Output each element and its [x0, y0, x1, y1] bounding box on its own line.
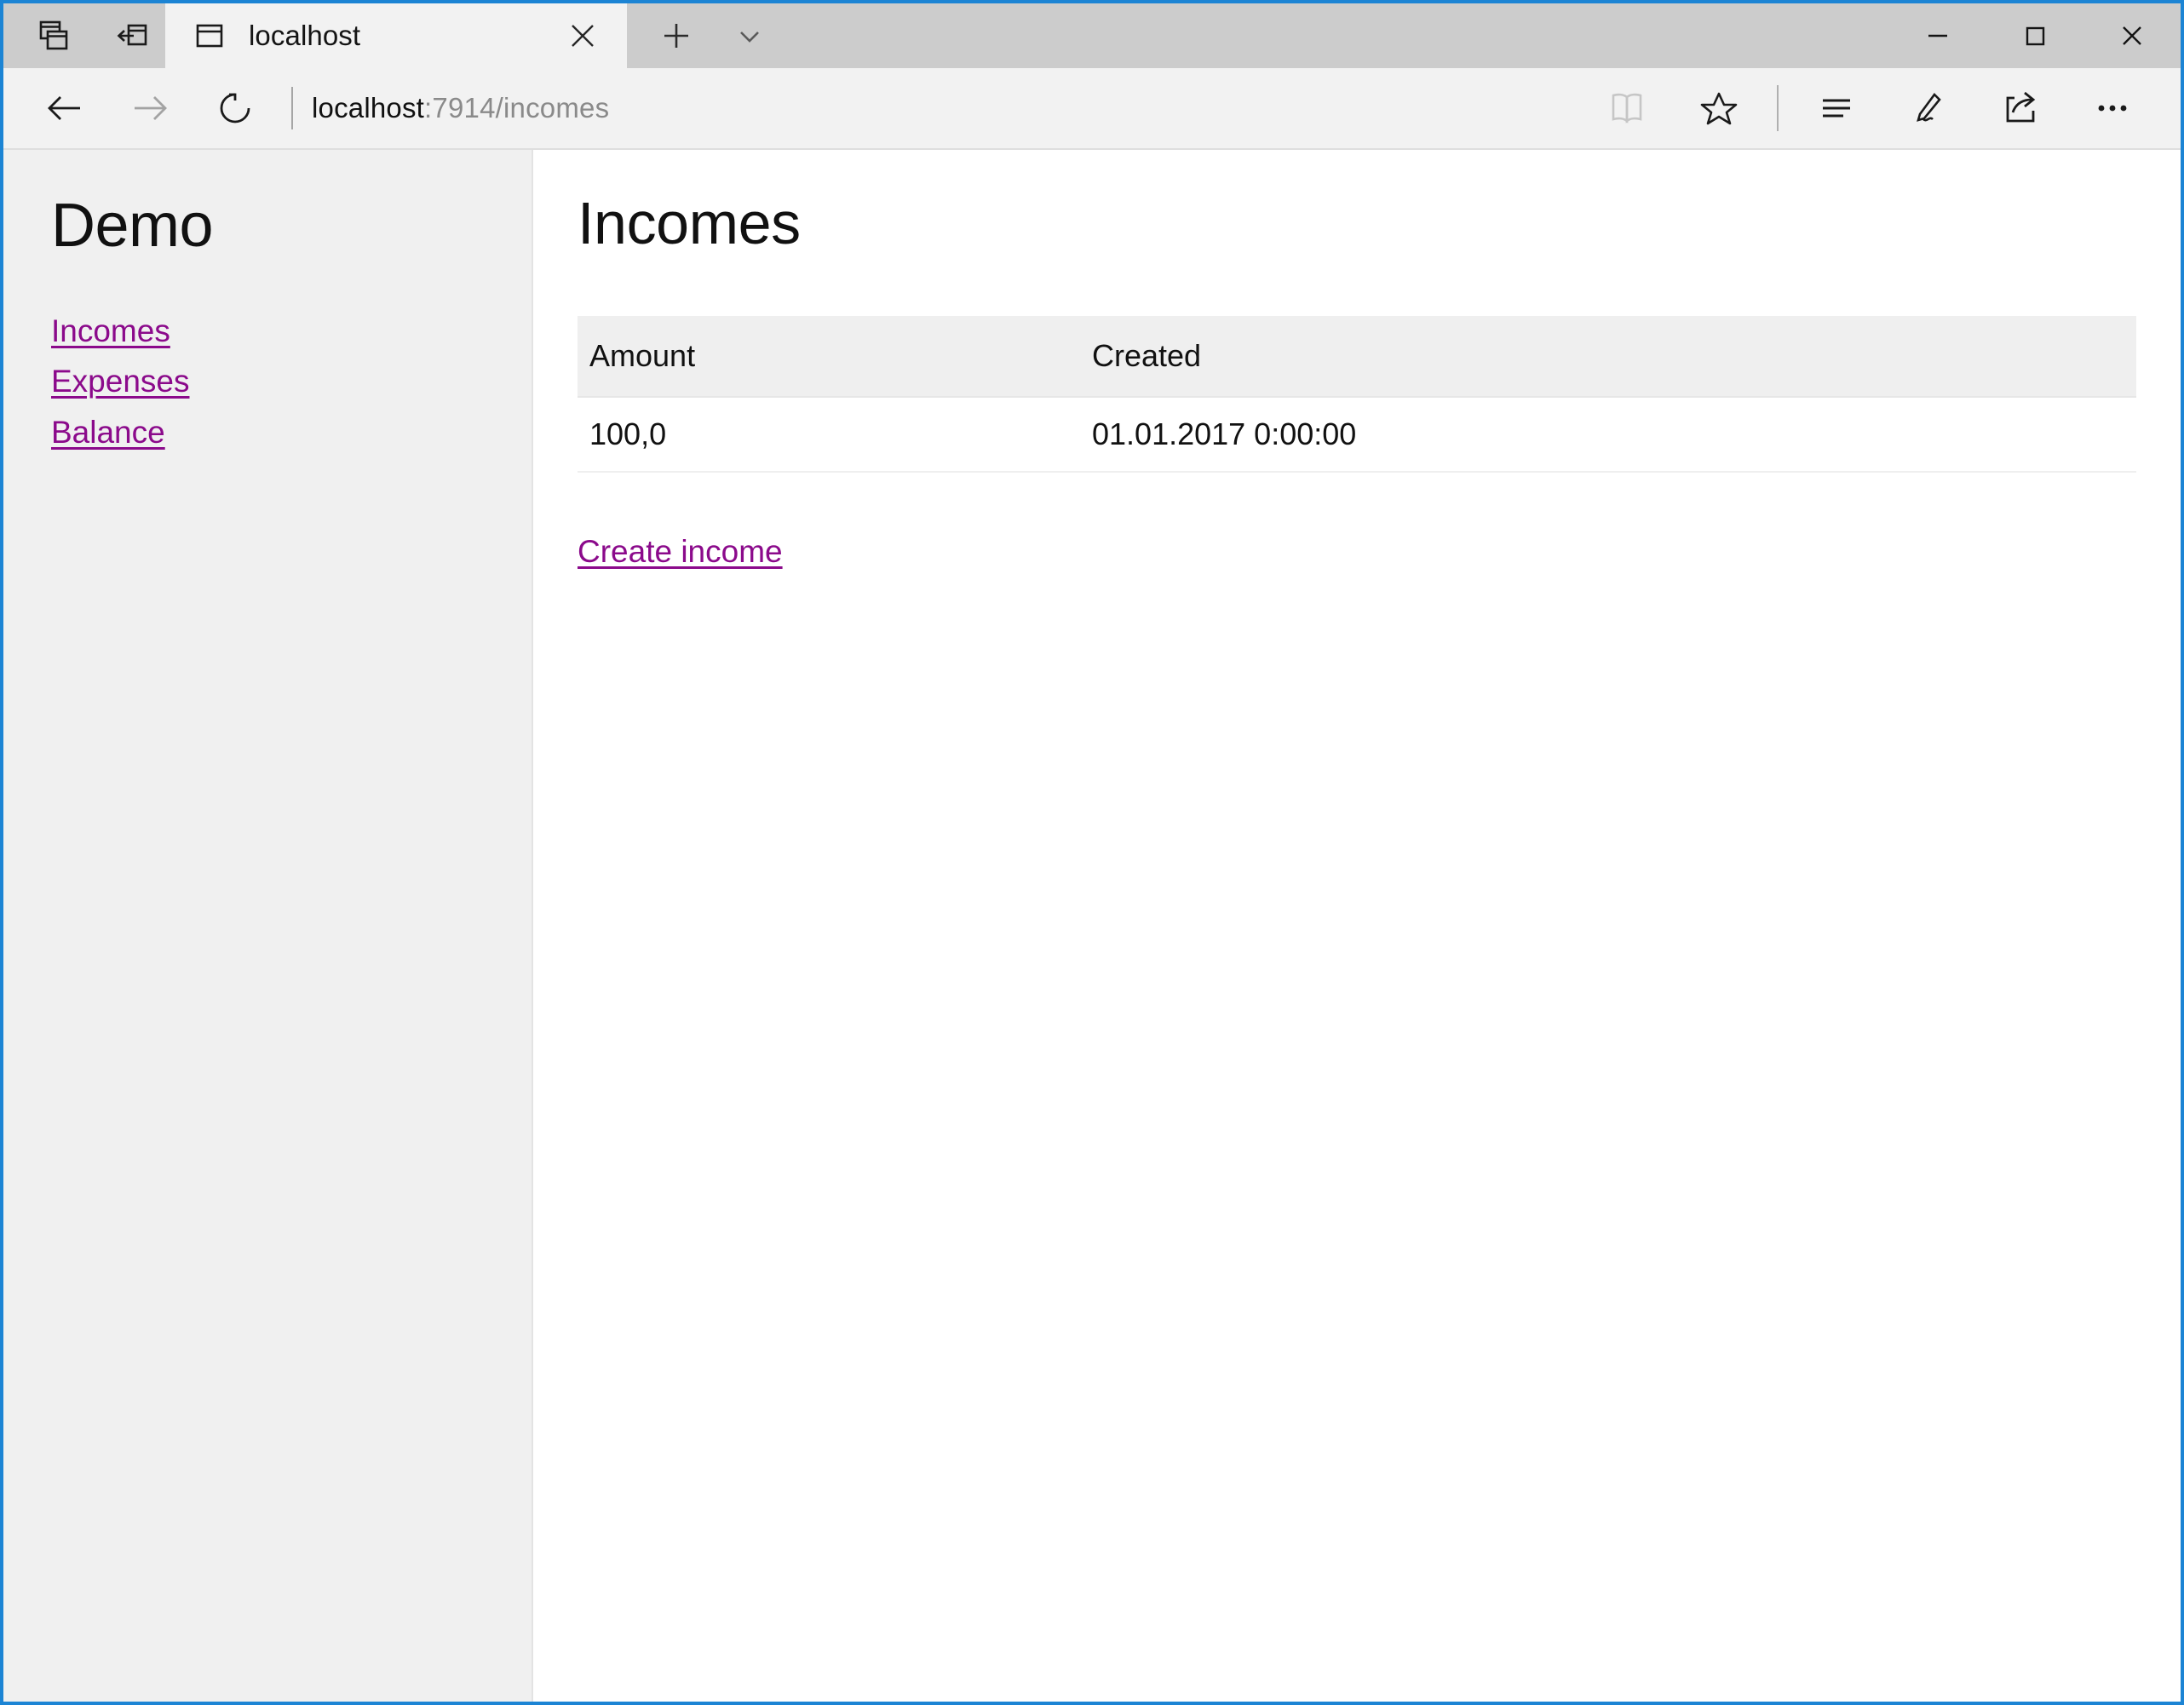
- close-button[interactable]: [2083, 3, 2181, 68]
- minimize-button[interactable]: [1889, 3, 1986, 68]
- create-income-link[interactable]: Create income: [578, 534, 783, 569]
- new-tab-icon[interactable]: [644, 3, 709, 68]
- address-bar[interactable]: localhost:7914/incomes: [312, 92, 1581, 124]
- set-tabs-aside-icon[interactable]: [112, 16, 152, 55]
- tab-strip-left-buttons: [3, 3, 165, 68]
- page-title: Incomes: [578, 190, 801, 256]
- tab-strip: localhost: [3, 3, 2181, 68]
- favorites-star-icon[interactable]: [1673, 67, 1765, 149]
- close-tab-icon[interactable]: [560, 14, 605, 58]
- create-income-row: Create income: [578, 534, 2136, 570]
- forward-icon: [107, 67, 193, 149]
- more-options-icon[interactable]: [2066, 67, 2158, 149]
- incomes-table: Amount Created 100,0 01.01.2017 0:00:00: [578, 316, 2136, 473]
- sidebar-nav: Incomes Expenses Balance: [51, 311, 532, 452]
- tab-previews-icon[interactable]: [34, 16, 73, 55]
- toolbar-divider: [291, 87, 293, 129]
- sidebar-item-expenses[interactable]: Expenses: [51, 361, 190, 401]
- page-viewport: Demo Incomes Expenses Balance Incomes Am…: [3, 150, 2181, 1702]
- share-icon[interactable]: [1974, 67, 2066, 149]
- table-header-row: Amount Created: [578, 316, 2136, 398]
- list-item: Expenses: [51, 361, 532, 401]
- site-sidebar: Demo Incomes Expenses Balance: [3, 150, 533, 1702]
- web-note-pen-icon[interactable]: [1882, 67, 1974, 149]
- toolbar-right-buttons: [1581, 67, 2181, 149]
- table-header: Amount Created: [578, 316, 2136, 398]
- main-content: Incomes Amount Created 100,0 01.01.2017 …: [533, 150, 2181, 1702]
- chevron-down-icon[interactable]: [717, 3, 782, 68]
- tab-title: localhost: [249, 20, 361, 51]
- sidebar-item-balance[interactable]: Balance: [51, 412, 165, 452]
- title-bar-drag-area: [782, 3, 1889, 68]
- hub-icon[interactable]: [1790, 67, 1882, 149]
- tab-strip-right-buttons: [627, 3, 782, 68]
- address-host: localhost: [312, 92, 425, 123]
- table-row: 100,0 01.01.2017 0:00:00: [578, 397, 2136, 473]
- site-brand: Demo: [51, 192, 214, 260]
- toolbar-divider-2: [1777, 85, 1779, 131]
- refresh-icon[interactable]: [193, 67, 278, 149]
- address-path: :7914/incomes: [424, 92, 610, 123]
- maximize-button[interactable]: [1986, 3, 2083, 68]
- reading-view-icon: [1581, 67, 1673, 149]
- cell-amount: 100,0: [578, 397, 1080, 473]
- table-body: 100,0 01.01.2017 0:00:00: [578, 397, 2136, 473]
- list-item: Incomes: [51, 311, 532, 351]
- list-item: Balance: [51, 412, 532, 452]
- browser-tab[interactable]: localhost: [165, 3, 627, 68]
- window-controls: [1889, 3, 2181, 68]
- browser-toolbar: localhost:7914/incomes: [3, 68, 2181, 150]
- back-icon[interactable]: [22, 67, 107, 149]
- blank-page-icon: [193, 19, 227, 53]
- cell-created: 01.01.2017 0:00:00: [1080, 397, 2136, 473]
- column-header-created: Created: [1080, 316, 2136, 398]
- sidebar-item-incomes[interactable]: Incomes: [51, 311, 170, 351]
- column-header-amount: Amount: [578, 316, 1080, 398]
- browser-window: localhost localhost:7914/incomes Demo In…: [0, 0, 2184, 1705]
